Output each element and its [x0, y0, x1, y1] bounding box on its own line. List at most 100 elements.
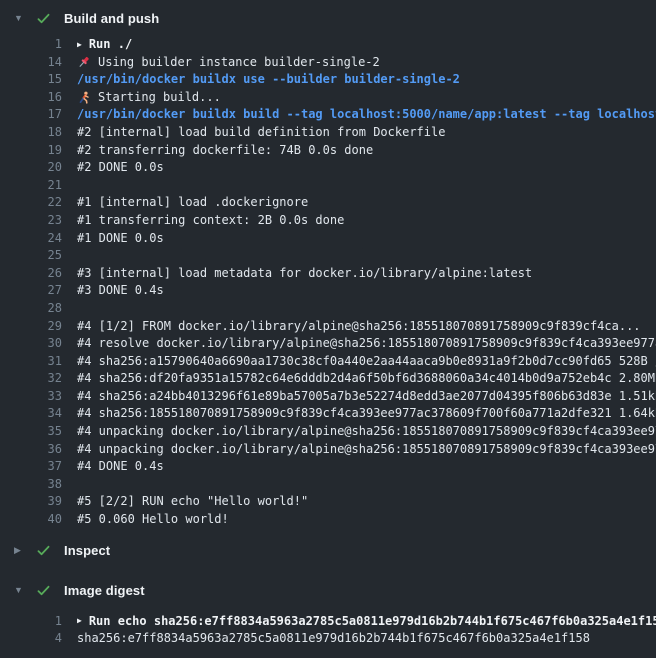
log-text: #4 sha256:a15790640a6690aa1730c38cf0a440… [77, 353, 656, 371]
line-number[interactable]: 14 [0, 54, 62, 72]
log-line-body: #4 unpacking docker.io/library/alpine@sh… [77, 441, 656, 459]
log-line: 37 #4 DONE 0.4s [0, 458, 656, 476]
log-text: #4 sha256:185518070891758909c9f839cf4ca3… [77, 405, 656, 423]
log-text: #1 DONE 0.0s [77, 230, 164, 248]
log-line: 29 #4 [1/2] FROM docker.io/library/alpin… [0, 318, 656, 336]
success-check-icon [36, 583, 51, 598]
log-line: 34 #4 sha256:185518070891758909c9f839cf4… [0, 405, 656, 423]
log-text: #2 [internal] load build definition from… [77, 124, 445, 142]
log-line: 22 #1 [internal] load .dockerignore [0, 194, 656, 212]
run-toggle-icon[interactable]: ▶ [77, 41, 82, 49]
line-number[interactable]: 18 [0, 124, 62, 142]
chevron-down-icon[interactable]: ▼ [14, 586, 27, 595]
log-text: /usr/bin/docker buildx use --builder bui… [77, 71, 460, 89]
line-number[interactable]: 30 [0, 335, 62, 353]
log-text: #2 transferring dockerfile: 74B 0.0s don… [77, 142, 373, 160]
log-text: #4 unpacking docker.io/library/alpine@sh… [77, 441, 656, 459]
line-number[interactable]: 38 [0, 476, 62, 494]
line-number[interactable]: 29 [0, 318, 62, 336]
line-number[interactable]: 40 [0, 511, 62, 529]
log-line: 25 [0, 247, 656, 265]
line-number[interactable]: 37 [0, 458, 62, 476]
line-number[interactable]: 1 [0, 36, 62, 54]
log-line: 31 #4 sha256:a15790640a6690aa1730c38cf0a… [0, 353, 656, 371]
log-line: 35 #4 unpacking docker.io/library/alpine… [0, 423, 656, 441]
line-number[interactable]: 22 [0, 194, 62, 212]
log-text: #1 [internal] load .dockerignore [77, 194, 308, 212]
log-line-body: #4 DONE 0.4s [77, 458, 164, 476]
line-number[interactable]: 4 [0, 630, 62, 648]
line-number[interactable]: 27 [0, 282, 62, 300]
log-line: 15 /usr/bin/docker buildx use --builder … [0, 71, 656, 89]
line-number[interactable]: 23 [0, 212, 62, 230]
section-header-build-and-push[interactable]: ▼ Build and push [0, 0, 656, 36]
log-line-body: #4 [1/2] FROM docker.io/library/alpine@s… [77, 318, 641, 336]
line-number[interactable]: 31 [0, 353, 62, 371]
line-number[interactable]: 33 [0, 388, 62, 406]
line-number[interactable]: 26 [0, 265, 62, 283]
log-line-body: #4 sha256:df20fa9351a15782c64e6dddb2d4a6… [77, 370, 656, 388]
log-line-body: #1 DONE 0.0s [77, 230, 164, 248]
line-number[interactable]: 16 [0, 89, 62, 107]
log-line-body: /usr/bin/docker buildx use --builder bui… [77, 71, 460, 89]
log-line: 32 #4 sha256:df20fa9351a15782c64e6dddb2d… [0, 370, 656, 388]
log-text: #3 DONE 0.4s [77, 282, 164, 300]
success-check-icon [36, 543, 51, 558]
log-text: #4 sha256:a24bb4013296f61e89ba57005a7b3e… [77, 388, 656, 406]
log-line: 38 [0, 476, 656, 494]
log-line: 26 #3 [internal] load metadata for docke… [0, 265, 656, 283]
section-header-image-digest[interactable]: ▼ Image digest [0, 573, 656, 609]
log-line: 28 [0, 300, 656, 318]
line-number[interactable]: 35 [0, 423, 62, 441]
runner-icon [77, 91, 91, 105]
log-line-body: #2 transferring dockerfile: 74B 0.0s don… [77, 142, 373, 160]
log-text: Starting build... [98, 89, 221, 107]
line-number[interactable]: 17 [0, 106, 62, 124]
log-line-body: #4 sha256:a24bb4013296f61e89ba57005a7b3e… [77, 388, 656, 406]
line-number[interactable]: 20 [0, 159, 62, 177]
line-number[interactable]: 15 [0, 71, 62, 89]
line-number[interactable]: 1 [0, 613, 62, 631]
log-text: #4 resolve docker.io/library/alpine@sha2… [77, 335, 656, 353]
log-line: 27 #3 DONE 0.4s [0, 282, 656, 300]
log-text: #4 unpacking docker.io/library/alpine@sh… [77, 423, 656, 441]
log-line: 20 #2 DONE 0.0s [0, 159, 656, 177]
line-number[interactable]: 34 [0, 405, 62, 423]
log-line-body: #2 DONE 0.0s [77, 159, 164, 177]
log-line-body: #1 transferring context: 2B 0.0s done [77, 212, 344, 230]
line-number[interactable]: 25 [0, 247, 62, 265]
log-line: 16 Starting build... [0, 89, 656, 107]
chevron-down-icon[interactable]: ▼ [14, 14, 27, 23]
log-line: 14 Using builder instance builder-single… [0, 54, 656, 72]
log-text: #4 sha256:df20fa9351a15782c64e6dddb2d4a6… [77, 370, 656, 388]
success-check-icon [36, 11, 51, 26]
log-text: #4 [1/2] FROM docker.io/library/alpine@s… [77, 318, 641, 336]
log-line-body: #5 [2/2] RUN echo "Hello world!" [77, 493, 308, 511]
log-lines-image-digest: 1 ▶ Run echo sha256:e7ff8834a5963a2785c5a… [0, 613, 656, 648]
log-text: #3 [internal] load metadata for docker.i… [77, 265, 532, 283]
actions-log-viewer: ▼ Build and push 1 ▶Run ./ 14 Using buil… [0, 0, 656, 658]
line-number[interactable]: 21 [0, 177, 62, 195]
log-text: #1 transferring context: 2B 0.0s done [77, 212, 344, 230]
section-title: Inspect [64, 543, 110, 558]
log-text: #5 [2/2] RUN echo "Hello world!" [77, 493, 308, 511]
chevron-right-icon[interactable]: ▶ [14, 546, 27, 555]
section-title: Build and push [64, 11, 159, 26]
log-line-body: /usr/bin/docker buildx build --tag local… [77, 106, 656, 124]
line-number[interactable]: 24 [0, 230, 62, 248]
line-number[interactable]: 19 [0, 142, 62, 160]
log-line: 36 #4 unpacking docker.io/library/alpine… [0, 441, 656, 459]
log-line-body: ▶ Run echo sha256:e7ff8834a5963a2785c5a08… [77, 613, 656, 631]
line-number[interactable]: 36 [0, 441, 62, 459]
line-number[interactable]: 39 [0, 493, 62, 511]
line-number[interactable]: 32 [0, 370, 62, 388]
line-number[interactable]: 28 [0, 300, 62, 318]
section-header-inspect[interactable]: ▶ Inspect [0, 533, 656, 569]
log-text: Run echo sha256:e7ff8834a5963a2785c5a081… [89, 613, 656, 631]
log-line: 39 #5 [2/2] RUN echo "Hello world!" [0, 493, 656, 511]
log-section-image-digest: ▼ Image digest 1 ▶ Run echo sha256:e7ff88… [0, 573, 656, 648]
log-text: #2 DONE 0.0s [77, 159, 164, 177]
log-line-body: Starting build... [77, 89, 221, 107]
log-line: 1 ▶ Run echo sha256:e7ff8834a5963a2785c5a… [0, 613, 656, 631]
run-toggle-icon[interactable]: ▶ [77, 617, 82, 625]
